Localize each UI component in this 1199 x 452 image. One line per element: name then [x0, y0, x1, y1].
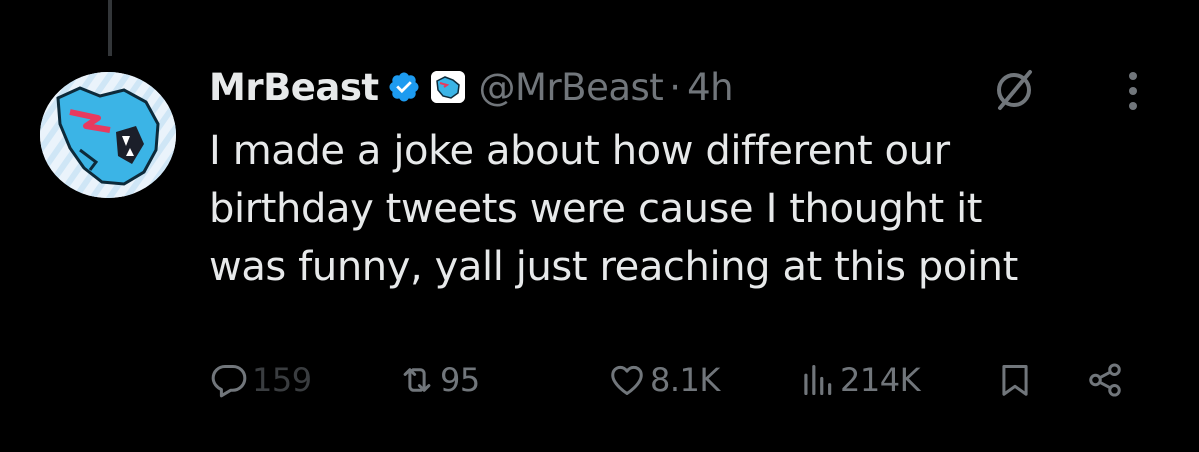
tweet-text: I made a joke about how different our bi…	[209, 122, 1169, 296]
tweet-text-line: birthday tweets were cause I thought it	[209, 186, 983, 232]
action-bar: 159 95 8.1K 214K	[0, 352, 1199, 408]
share-icon	[1089, 363, 1121, 397]
like-button[interactable]: 8.1K	[608, 352, 720, 408]
author-name[interactable]: MrBeast	[209, 66, 379, 109]
mrbeast-logo-icon	[40, 72, 176, 198]
repost-icon	[403, 368, 431, 392]
avatar[interactable]	[40, 72, 176, 198]
reply-count: 159	[252, 361, 312, 399]
separator-dot: ·	[669, 65, 682, 109]
bookmark-button[interactable]	[996, 352, 1034, 408]
repost-count: 95	[440, 361, 480, 399]
views-count: 214K	[840, 361, 921, 399]
share-button[interactable]	[1086, 352, 1124, 408]
timestamp[interactable]: 4h	[687, 66, 734, 109]
reply-button[interactable]: 159	[210, 352, 312, 408]
author-handle[interactable]: @MrBeast	[479, 66, 664, 109]
repost-button[interactable]: 95	[398, 352, 480, 408]
views-button[interactable]: 214K	[798, 352, 921, 408]
grok-icon[interactable]	[990, 66, 1038, 114]
more-icon[interactable]	[1118, 68, 1148, 114]
tweet-text-line: was funny, yall just reaching at this po…	[209, 244, 1018, 290]
affiliate-badge-icon	[430, 71, 465, 103]
verified-badge-icon	[389, 72, 419, 102]
views-icon	[804, 364, 832, 396]
tweet-header: MrBeast @MrBeast · 4h	[209, 62, 734, 112]
thread-connector-line	[108, 0, 112, 56]
bookmark-icon	[1002, 365, 1028, 396]
heart-icon	[611, 365, 643, 395]
like-count: 8.1K	[650, 361, 720, 399]
reply-icon	[211, 365, 247, 398]
tweet-text-line: I made a joke about how different our	[209, 128, 950, 174]
